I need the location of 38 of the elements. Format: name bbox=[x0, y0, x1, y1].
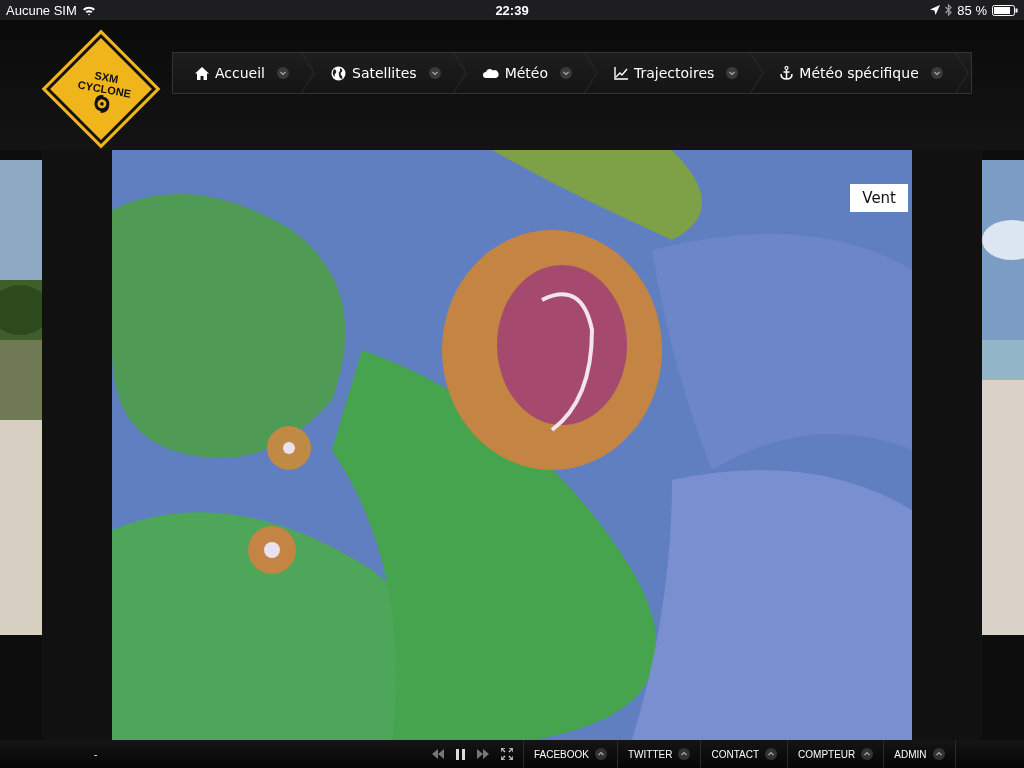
location-arrow-icon bbox=[930, 5, 941, 15]
house-icon bbox=[195, 66, 209, 80]
footer-link[interactable]: ADMIN bbox=[884, 740, 956, 768]
caret-down-icon bbox=[726, 67, 739, 79]
nav-item[interactable]: Trajectoires bbox=[598, 53, 751, 93]
cloud-icon bbox=[482, 68, 499, 78]
nav-item[interactable]: Météo bbox=[466, 53, 584, 93]
caret-up-icon bbox=[932, 748, 945, 760]
bluetooth-icon bbox=[945, 4, 953, 16]
caret-up-icon bbox=[861, 748, 874, 760]
nav-item[interactable]: Météo spécifique bbox=[764, 53, 955, 93]
footer-text: - bbox=[94, 748, 99, 760]
pause-icon[interactable] bbox=[456, 748, 465, 760]
globe-icon bbox=[331, 65, 346, 81]
layer-label[interactable]: Vent bbox=[850, 184, 908, 212]
rewind-icon[interactable] bbox=[432, 749, 444, 759]
caret-down-icon bbox=[428, 67, 441, 79]
caret-up-icon bbox=[765, 748, 778, 760]
footer-link[interactable]: COMPTEUR bbox=[788, 740, 885, 768]
carrier-label: Aucune SIM bbox=[6, 2, 77, 18]
battery-icon bbox=[992, 4, 1018, 16]
anchor-icon bbox=[780, 66, 794, 80]
battery-percent: 85 % bbox=[957, 2, 987, 18]
nav-item[interactable]: Satellites bbox=[315, 53, 453, 93]
fullscreen-icon[interactable] bbox=[501, 748, 513, 760]
nav-item[interactable]: Accueil bbox=[173, 53, 301, 93]
caret-up-icon bbox=[595, 748, 607, 760]
caret-down-icon bbox=[560, 67, 572, 79]
line-chart-icon bbox=[614, 66, 628, 80]
clock: 22:39 bbox=[494, 2, 530, 18]
fast-forward-icon[interactable] bbox=[477, 749, 489, 759]
wifi-icon bbox=[81, 4, 96, 16]
caret-down-icon bbox=[930, 67, 943, 79]
caret-up-icon bbox=[678, 748, 691, 760]
caret-down-icon bbox=[277, 67, 289, 79]
footer-link[interactable]: CONTACT bbox=[701, 740, 789, 768]
footer-link[interactable]: FACEBOOK bbox=[524, 740, 618, 768]
footer-link[interactable]: TWITTER bbox=[618, 740, 702, 768]
